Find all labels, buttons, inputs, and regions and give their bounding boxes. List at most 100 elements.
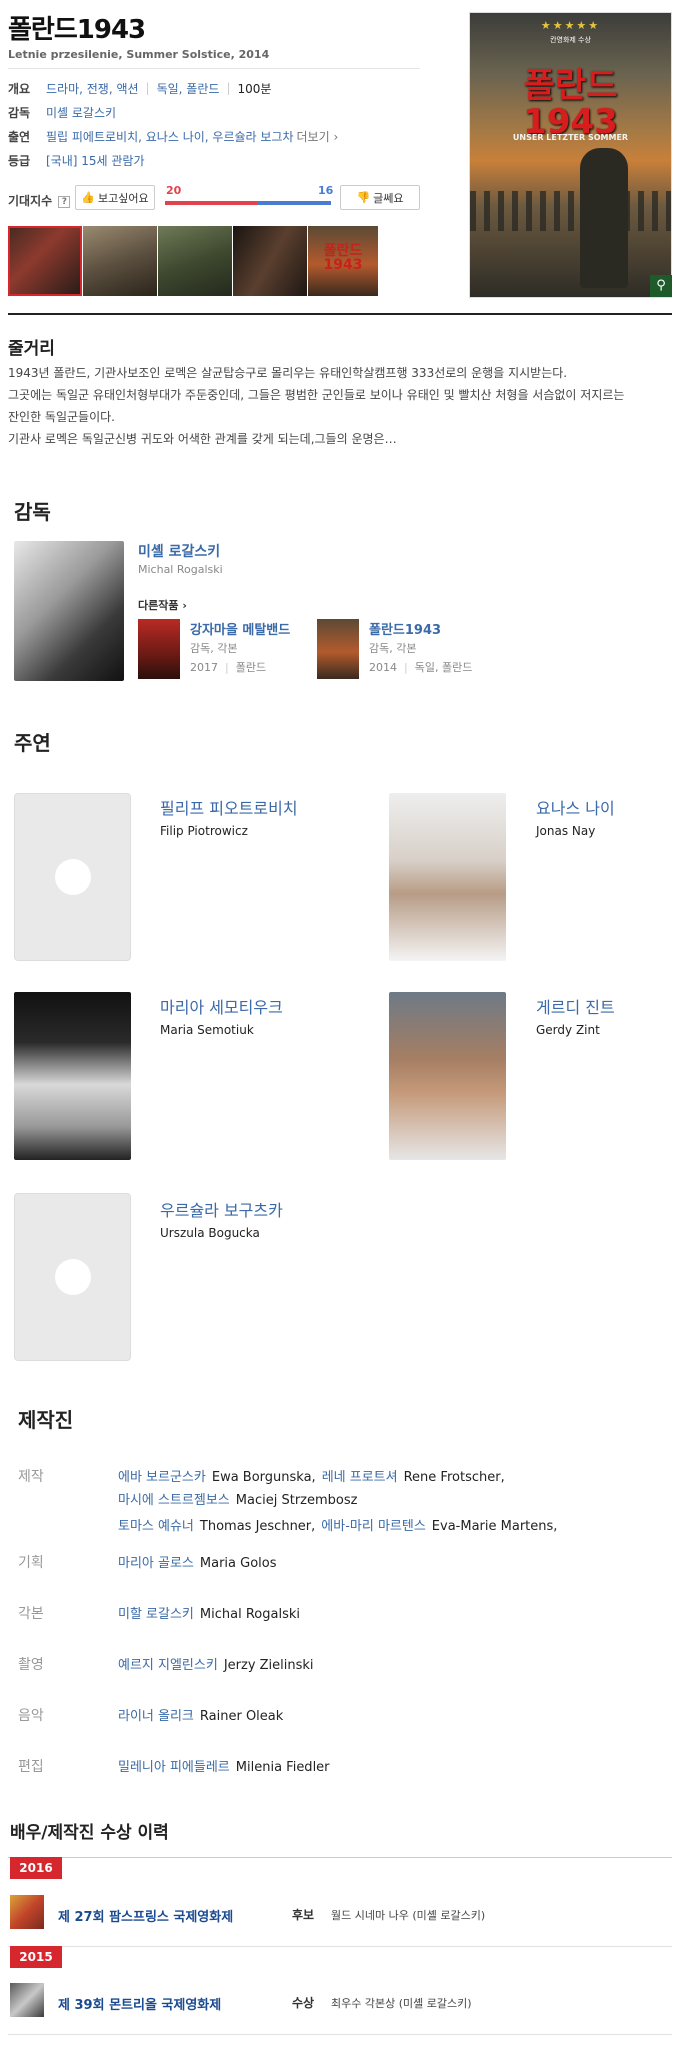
cast-name-en: Urszula Bogucka xyxy=(160,1226,260,1240)
overview-row: 개요 드라마, 전쟁, 액션 | 독일, 폴란드 | 100분 xyxy=(8,79,271,97)
award-status: 후보 xyxy=(292,1908,315,1922)
crew-name[interactable]: 에바-마리 마르텐스 xyxy=(321,1519,426,1534)
crew-name[interactable]: 마시에 스트르젬보스 xyxy=(118,1493,230,1508)
genres-link[interactable]: 드라마, 전쟁, 액션 xyxy=(46,80,139,97)
still-thumbnail[interactable] xyxy=(83,226,157,296)
meh-button[interactable]: 👎 글쎄요 xyxy=(340,185,420,210)
section-rule xyxy=(8,313,672,315)
award-detail: 최우수 각본상 (미셸 로갈스키) xyxy=(331,1997,472,2010)
still-thumbnail[interactable] xyxy=(233,226,307,296)
crew-name-en: Eva-Marie Martens, xyxy=(431,1519,558,1534)
crew-name[interactable]: 마리아 골로스 xyxy=(118,1556,194,1571)
crew-name[interactable]: 라이너 올리크 xyxy=(118,1709,194,1724)
plot-line: 1943년 폴란드, 기관사보조인 로멕은 살균탑승구로 몰리우는 유태인학살캠… xyxy=(8,366,568,380)
cast-name[interactable]: 마리아 세모티우크 xyxy=(160,994,283,1018)
director-heading: 감독 xyxy=(14,500,51,524)
work-poster[interactable] xyxy=(317,619,359,679)
crew-name-en: Thomas Jeschner, xyxy=(199,1519,316,1534)
chevron-right-icon: › xyxy=(333,129,339,144)
work-poster[interactable] xyxy=(138,619,180,679)
work-title[interactable]: 강자마을 메탈밴드 xyxy=(190,619,290,638)
page-title: 폴란드1943 xyxy=(8,15,146,45)
cast-name[interactable]: 우르슐라 보구츠카 xyxy=(160,1197,283,1221)
thumbs-down-icon: 👎 xyxy=(356,191,371,204)
crew-name-en: Milenia Fiedler xyxy=(235,1760,330,1775)
award-festival-link[interactable]: 제 27회 팜스프링스 국제영화제 xyxy=(58,1906,233,1925)
cast-heading: 주연 xyxy=(14,731,51,755)
awards-heading: 배우/제작진 수상 이력 xyxy=(10,1823,169,1843)
plot-text: 1943년 폴란드, 기관사보조인 로멕은 살균탑승구로 몰리우는 유태인학살캠… xyxy=(8,362,672,450)
crew-name[interactable]: 밀레니아 피에들레르 xyxy=(118,1760,230,1775)
zoom-icon[interactable]: ⚲ xyxy=(650,275,672,297)
cast-photo-placeholder[interactable] xyxy=(14,1193,131,1361)
crew-line: 미할 로갈스키 Michal Rogalski xyxy=(118,1603,306,1622)
more-link[interactable]: 더보기 › xyxy=(297,128,339,145)
film-reel-icon xyxy=(54,859,91,895)
crew-name[interactable]: 예르지 지엘린스키 xyxy=(118,1658,218,1673)
crew-label: 편집 xyxy=(18,1759,44,1775)
work-meta: 2017 | 폴란드 xyxy=(190,661,267,674)
divider xyxy=(8,1946,672,1947)
crew-line: 라이너 올리크 Rainer Oleak xyxy=(118,1705,289,1724)
plot-line: 잔인한 독일군들이다. xyxy=(8,410,115,424)
cast-photo[interactable] xyxy=(14,992,131,1160)
separator: | xyxy=(226,81,231,95)
rating-label: 등급 xyxy=(8,153,31,168)
other-works-link[interactable]: 다른작품 › xyxy=(138,597,187,613)
director-label: 감독 xyxy=(8,105,31,120)
crew-name[interactable]: 미할 로갈스키 xyxy=(118,1607,194,1622)
award-festival-link[interactable]: 제 39회 몬트리올 국제영화제 xyxy=(58,1994,221,2013)
help-icon[interactable]: ? xyxy=(58,195,71,208)
countries-link[interactable]: 독일, 폴란드 xyxy=(157,80,220,97)
thumbs-up-icon: 👍 xyxy=(81,191,96,204)
divider xyxy=(8,68,420,69)
separator: | xyxy=(145,81,150,95)
cast-link[interactable]: 필립 피에트로비치, 요나스 나이, 우르슐라 보그차 xyxy=(46,128,294,145)
cast-photo[interactable] xyxy=(389,992,506,1160)
cast-name[interactable]: 필리프 피오트로비치 xyxy=(160,795,298,819)
crew-name[interactable]: 토마스 예슈너 xyxy=(118,1519,194,1534)
rating-link[interactable]: [국내] 15세 관람가 xyxy=(46,152,145,169)
director-name-en: Michal Rogalski xyxy=(138,563,223,576)
runtime: 100분 xyxy=(237,81,272,96)
meh-count: 16 xyxy=(318,184,334,197)
cast-photo[interactable] xyxy=(389,793,506,961)
crew-label: 기획 xyxy=(18,1555,44,1571)
plot-line: 기관사 로멕은 독일군신병 귀도와 어색한 관계를 갖게 되는데,그들의 운명은… xyxy=(8,432,397,446)
crew-heading: 제작진 xyxy=(18,1408,74,1432)
cast-name[interactable]: 게르디 진트 xyxy=(536,994,615,1018)
crew-name[interactable]: 에바 보르군스카 xyxy=(118,1470,206,1485)
award-status: 수상 xyxy=(292,1996,315,2010)
crew-name-en: Rainer Oleak xyxy=(199,1709,284,1724)
still-thumbnail[interactable] xyxy=(158,226,232,296)
expect-label: 기대지수 ? xyxy=(8,192,71,209)
crew-name-en: Michal Rogalski xyxy=(199,1607,300,1622)
director-name[interactable]: 미셸 로갈스키 xyxy=(138,541,220,561)
director-photo[interactable] xyxy=(14,541,124,681)
crew-label: 음악 xyxy=(18,1708,44,1724)
director-link[interactable]: 미셸 로갈스키 xyxy=(46,104,116,121)
crew-line: 예르지 지엘린스키 Jerzy Zielinski xyxy=(118,1654,320,1673)
poster-soldiers xyxy=(470,191,671,231)
poster-subtitle: UNSER LETZTER SOMMER xyxy=(512,133,629,142)
want-to-see-button[interactable]: 👍 보고싶어요 xyxy=(75,185,155,210)
poster-title: 폴란드 1943 xyxy=(523,66,618,142)
crew-name-en: Rene Frotscher, xyxy=(403,1470,505,1485)
work-title[interactable]: 폴란드1943 xyxy=(369,619,441,638)
want-count: 20 xyxy=(166,184,182,197)
still-thumbnail[interactable] xyxy=(8,226,82,296)
rating-row: 등급 [국내] 15세 관람가 xyxy=(8,151,145,169)
director-row: 감독 미셸 로갈스키 xyxy=(8,103,116,121)
divider xyxy=(8,1857,672,1858)
movie-poster[interactable]: ★★★★★ 칸영화제 수상 폴란드 1943 UNSER LETZTER SOMM… xyxy=(469,12,672,298)
cast-name-en: Jonas Nay xyxy=(536,824,596,838)
crew-name[interactable]: 레네 프로트셔 xyxy=(322,1470,398,1485)
crew-line: 마리아 골로스 Maria Golos xyxy=(118,1552,283,1571)
poster-thumbnail[interactable]: 폴란드 1943 xyxy=(308,226,378,296)
crew-line: 밀레니아 피에들레르 Milenia Fiedler xyxy=(118,1756,336,1775)
crew-line: 마시에 스트르젬보스 Maciej Strzembosz xyxy=(118,1489,363,1508)
crew-line: 에바 보르군스카 Ewa Borgunska, 레네 프로트셔 Rene Frotsc… xyxy=(118,1466,511,1485)
cast-name[interactable]: 요나스 나이 xyxy=(536,795,615,819)
award-year-badge: 2015 xyxy=(10,1946,62,1968)
cast-photo-placeholder[interactable] xyxy=(14,793,131,961)
